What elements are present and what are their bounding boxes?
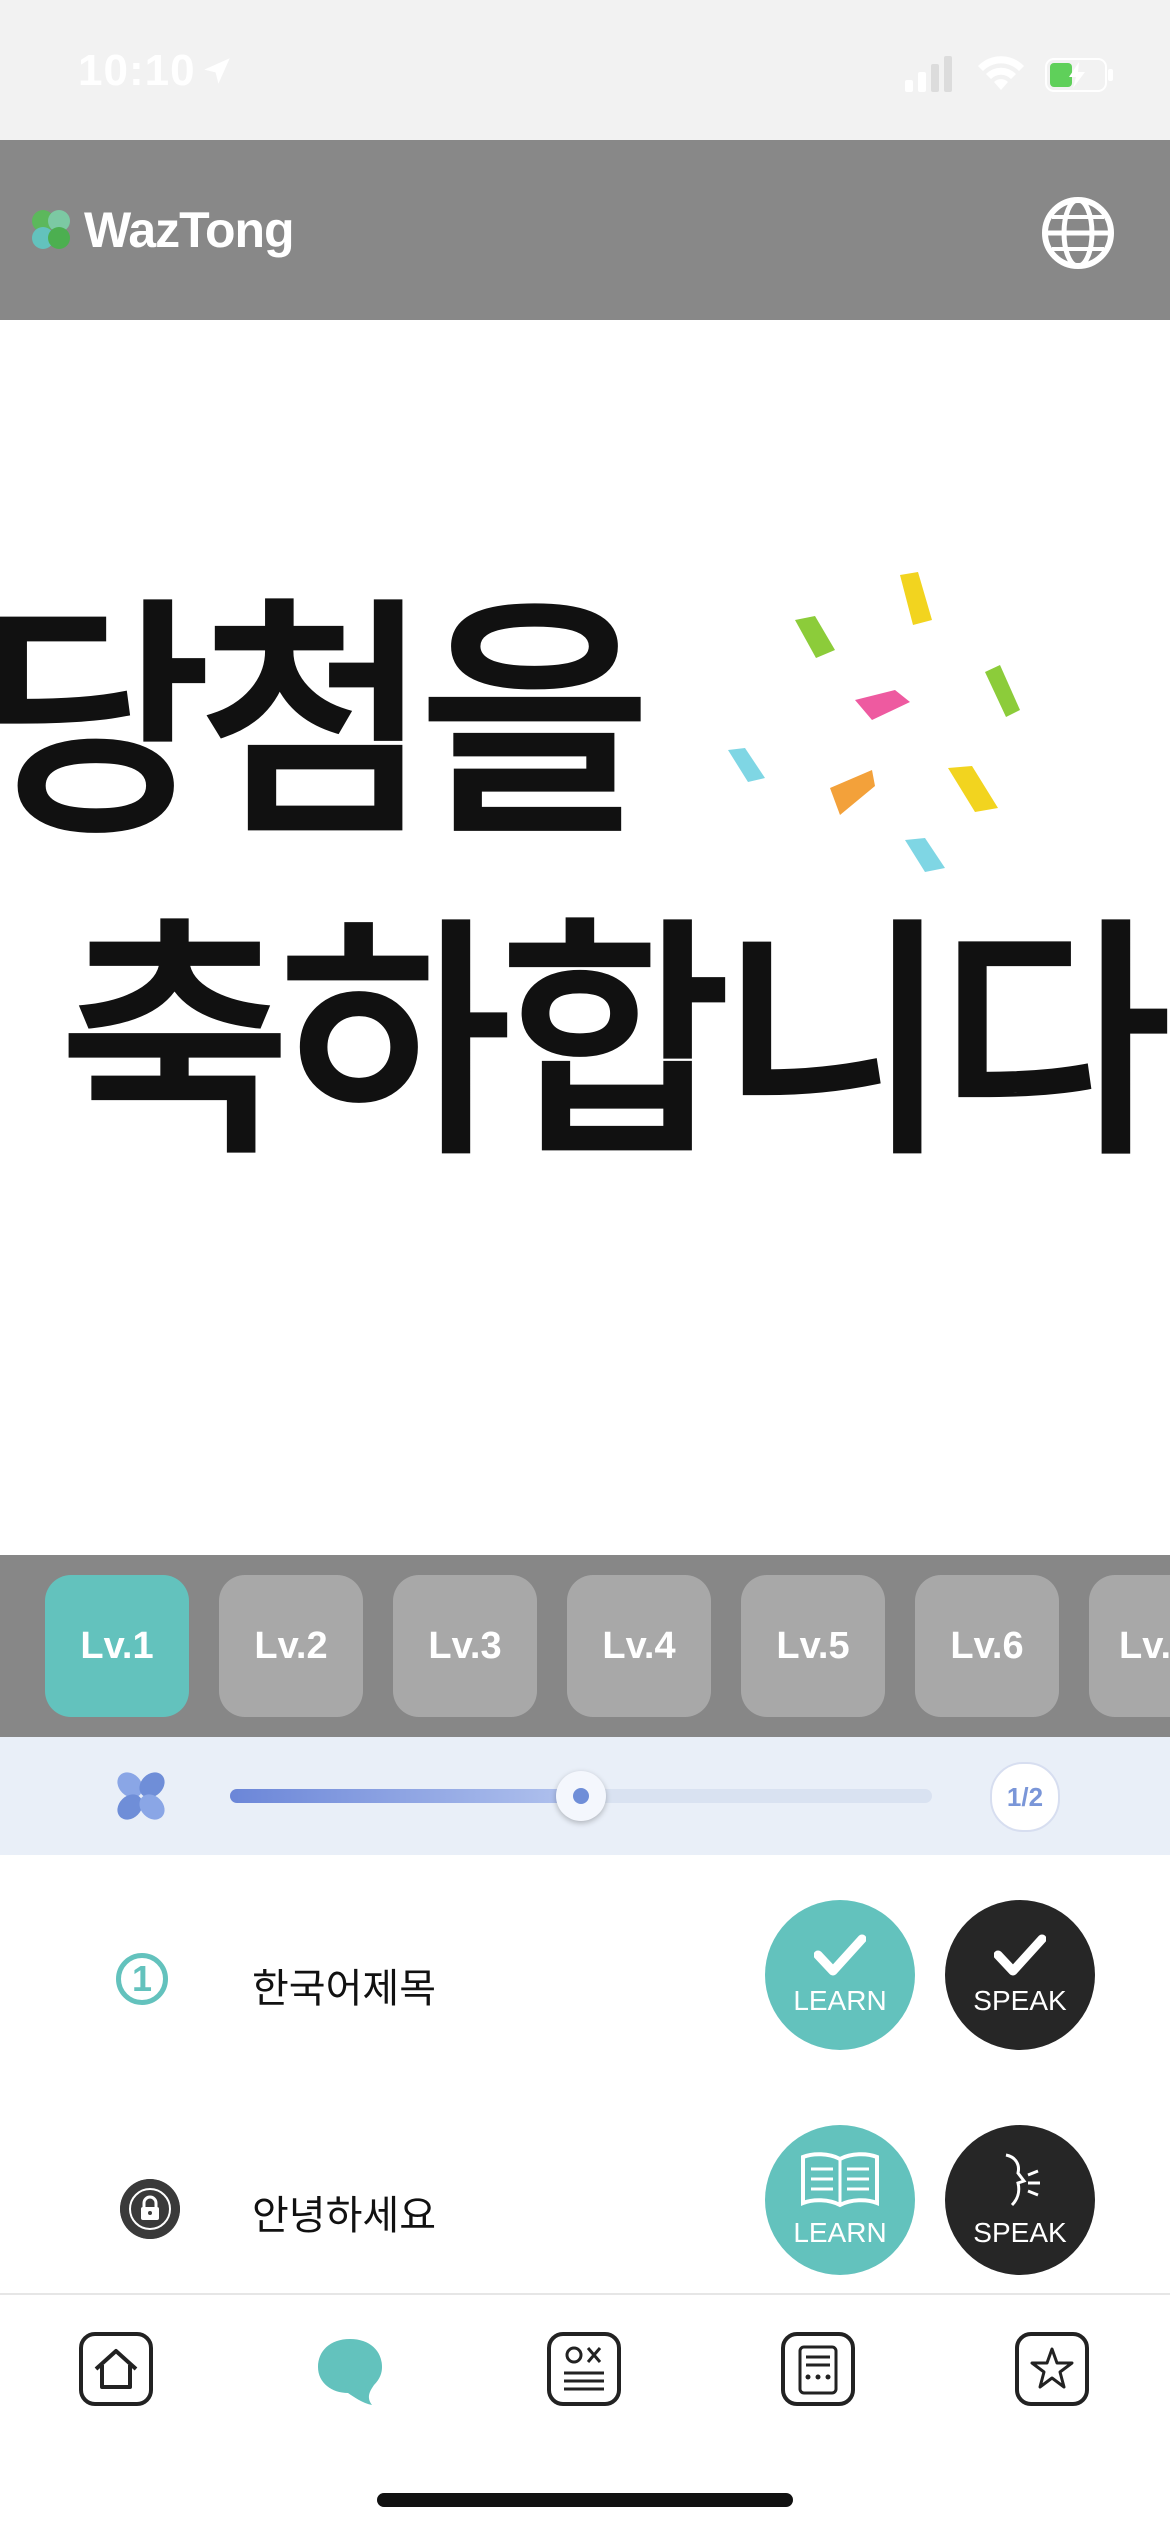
learn-button[interactable]: LEARN [765,2125,915,2275]
progress-slider-handle[interactable] [556,1771,606,1821]
learn-label: LEARN [793,2217,887,2248]
speak-label: SPEAK [973,2217,1067,2248]
level-tab-7[interactable]: Lv.7 [1089,1575,1170,1717]
home-indicator [377,2493,793,2507]
level-tab-3[interactable]: Lv.3 [393,1575,537,1717]
cellular-signal-icon [905,56,952,92]
chat-bubble-icon[interactable] [312,2331,388,2407]
star-icon[interactable] [1014,2331,1090,2407]
lock-icon [120,2179,180,2239]
wifi-icon [978,56,1024,90]
hero-text-line1: 당첨을 [0,575,650,869]
status-time: 10:10 [78,46,196,95]
lesson-title: 안녕하세요 [252,2194,436,2238]
calculator-icon[interactable] [780,2331,856,2407]
waztong-logo: WazTong [28,200,295,260]
speaking-face-icon [1005,2153,1040,2207]
lesson-item[interactable]: 안녕하세요 LEARN SPEAK [0,2125,1170,2295]
status-bar: 10:10 [0,0,1170,140]
checkmark-icon [994,1934,1046,1976]
speak-button[interactable]: SPEAK [945,2125,1095,2275]
speak-button[interactable]: SPEAK [945,1900,1095,2050]
lesson-progress-bar: 1/2 [0,1737,1170,1855]
learn-button[interactable]: LEARN [765,1900,915,2050]
lesson-item[interactable]: 1 한국어제목 LEARN SPEAK [0,1900,1170,2070]
congratulations-banner: 당첨을 축하합니다 [0,320,1170,1555]
level-tab-5[interactable]: Lv.5 [741,1575,885,1717]
level-tab-4[interactable]: Lv.4 [567,1575,711,1717]
level-tab-2[interactable]: Lv.2 [219,1575,363,1717]
learn-label: LEARN [793,1985,887,2016]
page-indicator: 1/2 [990,1762,1060,1832]
level-selector: Lv.1 Lv.2 Lv.3 Lv.4 Lv.5 Lv.6 Lv.7 [0,1555,1170,1737]
level-tab-1[interactable]: Lv.1 [45,1575,189,1717]
globe-icon[interactable] [1040,195,1116,271]
hero-text-line2: 축하합니다 [60,895,1170,1189]
app-name: WazTong [84,202,295,258]
app-header: WazTong [0,140,1170,320]
clover-icon [117,1772,165,1820]
lesson-title: 한국어제목 [252,1967,436,2011]
speak-label: SPEAK [973,1985,1067,2016]
level-tab-6[interactable]: Lv.6 [915,1575,1059,1717]
lesson-number-badge: 1 [116,1953,168,2005]
open-book-icon [801,2152,879,2208]
battery-charging-icon [1045,58,1113,92]
quiz-ox-icon[interactable] [546,2331,622,2407]
checkmark-icon [814,1934,866,1976]
progress-track[interactable] [230,1771,932,1821]
location-arrow-icon [204,58,230,84]
clover-logo-icon [32,210,70,249]
home-icon[interactable] [78,2331,154,2407]
progress-fill [230,1789,581,1803]
